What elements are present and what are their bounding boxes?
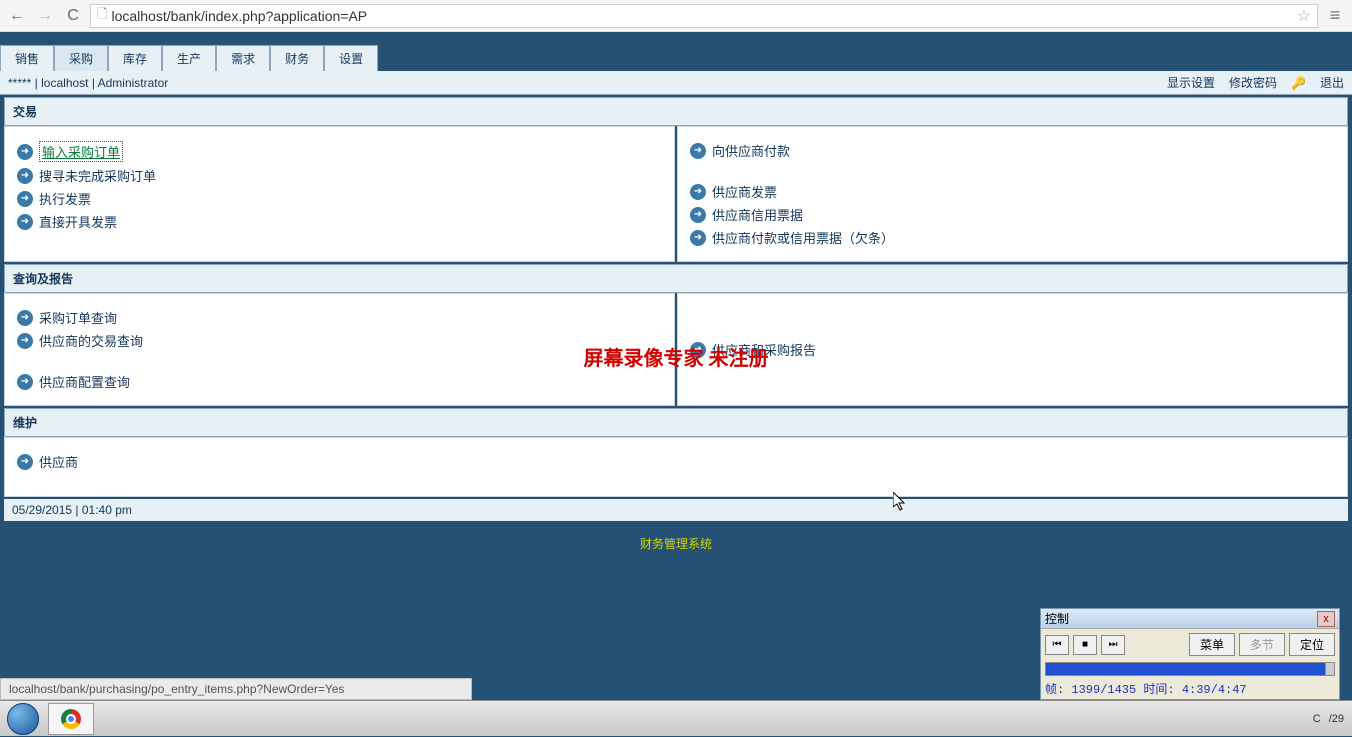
close-icon[interactable]: x <box>1317 611 1335 627</box>
tab-finance[interactable]: 财务 <box>270 45 324 71</box>
url-bar[interactable]: 🗋 localhost/bank/index.php?application=A… <box>90 4 1318 28</box>
app-tabs: 销售 采购 库存 生产 需求 财务 设置 <box>0 45 1352 71</box>
arrow-icon: ➜ <box>17 191 33 207</box>
arrow-icon: ➜ <box>690 184 706 200</box>
locate-button[interactable]: 定位 <box>1289 633 1335 656</box>
link-supplier-credit[interactable]: 供应商信用票据 <box>712 205 803 224</box>
transaction-right-panel: ➜ 向供应商付款 ➜ 供应商发票 ➜ 供应商信用票据 ➜ 供应商付款或信用票据（欠条） <box>677 126 1348 262</box>
url-text: localhost/bank/index.php?application=AP <box>111 8 367 24</box>
reload-button[interactable]: C <box>62 5 84 27</box>
link-exit[interactable]: 退出 <box>1320 74 1344 91</box>
link-supplier-config-query[interactable]: 供应商配置查询 <box>39 372 130 391</box>
link-supplier-payment[interactable]: 供应商付款或信用票据（欠条） <box>712 228 894 247</box>
forward-button[interactable]: ⏭ <box>1101 635 1125 655</box>
footer-system-link[interactable]: 财务管理系统 <box>640 537 712 551</box>
transaction-left-panel: ➜ 输入采购订单 ➜ 搜寻未完成采购订单 ➜ 执行发票 ➜ 直接开具发票 <box>4 126 675 262</box>
query-right-panel: ➜供应商和采购报告 <box>677 293 1348 406</box>
frame-info: 帧: 1399/1435 时间: 4:39/4:47 <box>1041 678 1339 699</box>
link-search-po[interactable]: 搜寻未完成采购订单 <box>39 166 156 185</box>
back-button[interactable]: ← <box>6 5 28 27</box>
arrow-icon: ➜ <box>17 333 33 349</box>
maintain-panel: ➜ 供应商 <box>4 437 1348 497</box>
forward-button[interactable]: → <box>34 5 56 27</box>
header-bar: ***** | localhost | Administrator 显示设置 修… <box>0 71 1352 95</box>
tab-settings[interactable]: 设置 <box>324 45 378 71</box>
link-enter-po[interactable]: 输入采购订单 <box>39 141 123 162</box>
start-button[interactable] <box>0 701 46 737</box>
link-change-password[interactable]: 修改密码 <box>1229 74 1277 91</box>
link-po-query[interactable]: 采购订单查询 <box>39 308 117 327</box>
control-title: 控制 <box>1045 610 1069 627</box>
bookmark-star-icon[interactable]: ☆ <box>1297 6 1311 26</box>
rewind-button[interactable]: ⏮ <box>1045 635 1069 655</box>
control-window[interactable]: 控制 x ⏮ ■ ⏭ 菜单 多节 定位 帧: 1399/1435 时间: 4:3… <box>1040 608 1340 700</box>
stop-button[interactable]: ■ <box>1073 635 1097 655</box>
arrow-icon: ➜ <box>17 310 33 326</box>
link-supplier-invoice[interactable]: 供应商发票 <box>712 182 777 201</box>
arrow-icon: ➜ <box>690 207 706 223</box>
system-tray[interactable]: C /29 <box>1305 713 1352 725</box>
status-text: localhost/bank/purchasing/po_entry_items… <box>9 682 344 696</box>
browser-menu-icon[interactable]: ≡ <box>1324 5 1346 26</box>
tab-inventory[interactable]: 库存 <box>108 45 162 71</box>
tab-purchase[interactable]: 采购 <box>54 45 108 71</box>
tray-c: C <box>1313 713 1321 725</box>
taskbar[interactable]: C /29 <box>0 700 1352 736</box>
link-direct-invoice[interactable]: 直接开具发票 <box>39 212 117 231</box>
query-left-panel: ➜ 采购订单查询 ➜ 供应商的交易查询 ➜ 供应商配置查询 <box>4 293 675 406</box>
arrow-icon: ➜ <box>17 454 33 470</box>
arrow-icon: ➜ <box>17 214 33 230</box>
mouse-cursor <box>893 492 907 517</box>
page-icon: 🗋 <box>97 5 107 27</box>
browser-status-bar: localhost/bank/purchasing/po_entry_items… <box>0 678 472 700</box>
menu-button[interactable]: 菜单 <box>1189 633 1235 656</box>
header-left: ***** | localhost | Administrator <box>8 76 168 90</box>
arrow-icon: ➜ <box>690 230 706 246</box>
tab-production[interactable]: 生产 <box>162 45 216 71</box>
link-supplier[interactable]: 供应商 <box>39 452 78 471</box>
tray-clock: /29 <box>1329 713 1344 725</box>
arrow-icon: ➜ <box>17 144 33 160</box>
footer: 财务管理系统 <box>0 521 1352 566</box>
key-icon: 🔑 <box>1291 76 1306 90</box>
arrow-icon: ➜ <box>17 168 33 184</box>
section-query-header: 查询及报告 <box>4 264 1348 293</box>
browser-toolbar: ← → C 🗋 localhost/bank/index.php?applica… <box>0 0 1352 32</box>
link-supplier-trans-query[interactable]: 供应商的交易查询 <box>39 331 143 350</box>
arrow-icon: ➜ <box>690 143 706 159</box>
link-pay-supplier[interactable]: 向供应商付款 <box>712 141 790 160</box>
taskbar-chrome[interactable] <box>48 703 94 735</box>
link-exec-invoice[interactable]: 执行发票 <box>39 189 91 208</box>
arrow-icon: ➜ <box>17 374 33 390</box>
watermark-text: 屏幕录像专家 未注册 <box>584 342 769 371</box>
tab-demand[interactable]: 需求 <box>216 45 270 71</box>
datetime-bar: 05/29/2015 | 01:40 pm <box>4 499 1348 521</box>
section-maintain-header: 维护 <box>4 408 1348 437</box>
multi-button[interactable]: 多节 <box>1239 633 1285 656</box>
section-transaction-header: 交易 <box>4 97 1348 126</box>
tab-sales[interactable]: 销售 <box>0 45 54 71</box>
link-display-settings[interactable]: 显示设置 <box>1167 74 1215 91</box>
progress-slider[interactable] <box>1045 662 1335 676</box>
control-titlebar[interactable]: 控制 x <box>1041 609 1339 629</box>
